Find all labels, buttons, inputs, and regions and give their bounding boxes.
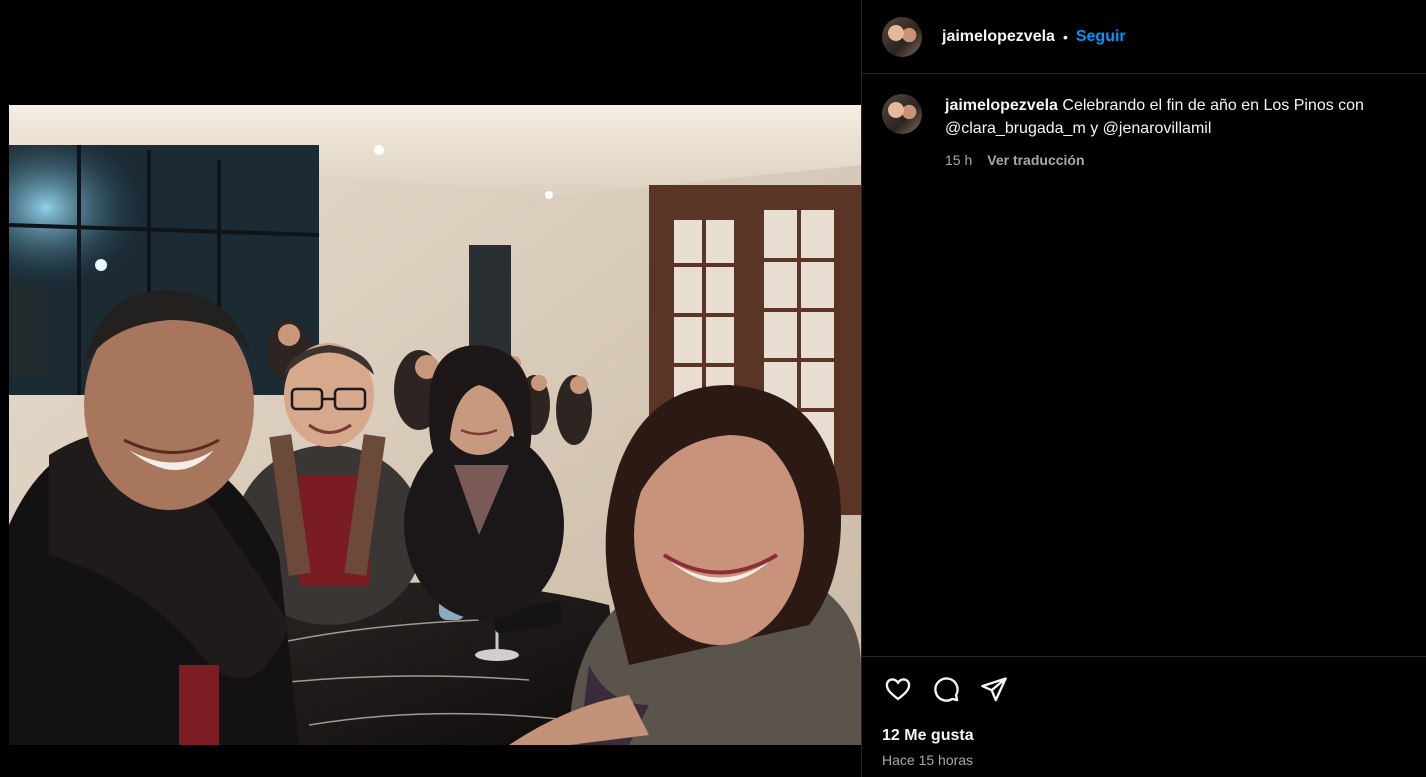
post-media-pane (0, 0, 862, 777)
action-icons-row (862, 657, 1426, 705)
caption-body: jaimelopezvela Celebrando el fin de año … (945, 94, 1405, 168)
follow-button[interactable]: Seguir (1076, 28, 1126, 46)
paper-plane-icon[interactable] (978, 673, 1010, 705)
caption-username[interactable]: jaimelopezvela (945, 97, 1058, 114)
translate-link[interactable]: Ver traducción (987, 152, 1084, 168)
likes-count[interactable]: 12 Me gusta (882, 727, 974, 745)
comment-icon[interactable] (930, 673, 962, 705)
post-timestamp[interactable]: Hace 15 horas (882, 752, 973, 768)
post-author-username[interactable]: jaimelopezvela (942, 28, 1055, 46)
heart-icon[interactable] (882, 673, 914, 705)
caption-avatar[interactable] (882, 94, 922, 134)
caption-meta: 15 h Ver traducción (945, 152, 1405, 168)
post-details-panel: jaimelopezvela • Seguir jaimelopezvela C… (861, 0, 1426, 777)
post-actions: 12 Me gusta Hace 15 horas (862, 656, 1426, 777)
group-selfie-photo (9, 105, 861, 745)
avatar[interactable] (882, 16, 922, 57)
caption-text-block: jaimelopezvela Celebrando el fin de año … (945, 94, 1405, 140)
post-photo[interactable] (9, 105, 861, 745)
caption-age[interactable]: 15 h (945, 152, 972, 168)
separator-dot: • (1062, 28, 1068, 45)
caption: jaimelopezvela Celebrando el fin de año … (862, 74, 1426, 168)
post-header: jaimelopezvela • Seguir (862, 0, 1426, 74)
